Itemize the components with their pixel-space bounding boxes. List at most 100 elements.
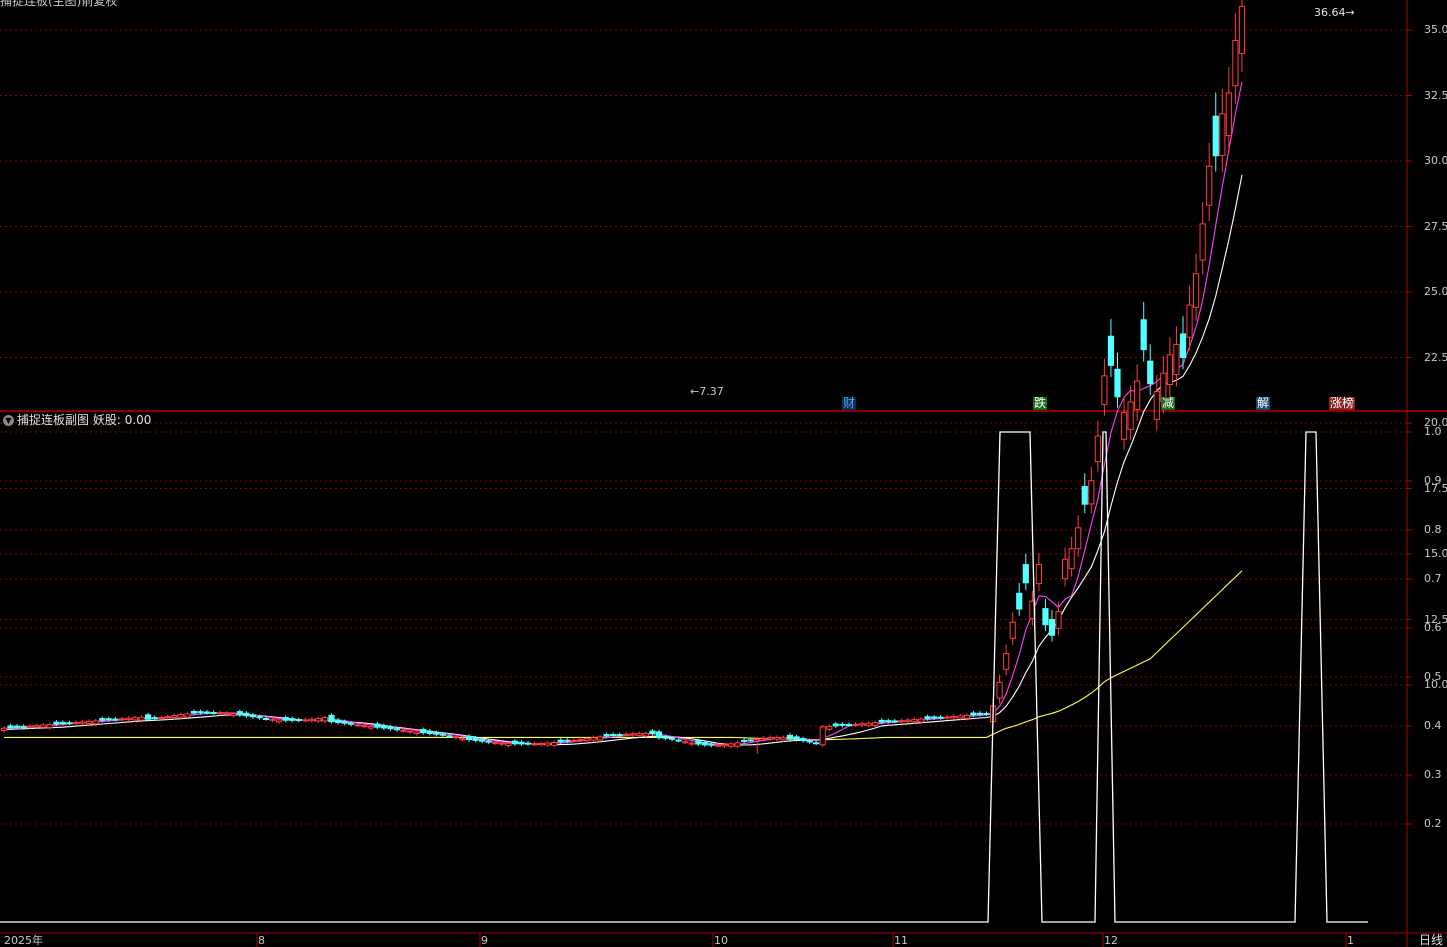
candle-up bbox=[269, 718, 276, 721]
candle-down bbox=[891, 720, 898, 723]
candle-up bbox=[1206, 165, 1213, 206]
candle-down bbox=[793, 736, 800, 740]
candle-up bbox=[164, 716, 171, 719]
sub-y-tick-label: 0.3 bbox=[1424, 768, 1442, 781]
candle-down bbox=[603, 734, 610, 737]
candle-down bbox=[931, 716, 938, 719]
candle-up bbox=[780, 737, 787, 741]
candle-down bbox=[262, 717, 270, 720]
candle-up bbox=[452, 736, 460, 739]
candle-up bbox=[852, 723, 859, 726]
candle-up bbox=[302, 719, 309, 722]
candle-down bbox=[813, 742, 820, 745]
candle-up bbox=[223, 712, 230, 715]
candle-up bbox=[158, 717, 165, 720]
candle-up bbox=[1120, 412, 1128, 440]
candle-up bbox=[400, 729, 407, 732]
candle-down bbox=[1042, 608, 1049, 626]
sub-y-tick-label: 0.9 bbox=[1424, 474, 1442, 487]
candle-down bbox=[295, 719, 302, 722]
candle-down bbox=[59, 721, 67, 725]
sub-y-tick-label: 0.4 bbox=[1424, 719, 1442, 732]
candle-up bbox=[1075, 527, 1082, 550]
candle-up bbox=[0, 727, 8, 732]
candle-down bbox=[1140, 319, 1147, 351]
chevron-down-icon[interactable]: ▼ bbox=[3, 415, 14, 426]
candle-down bbox=[885, 720, 892, 723]
candle-up bbox=[544, 742, 551, 746]
candle-down bbox=[970, 712, 977, 716]
main-y-tick-label: 15.0 bbox=[1424, 547, 1447, 560]
candle-up bbox=[767, 737, 774, 740]
candle-down bbox=[282, 717, 289, 721]
candle-up bbox=[1153, 391, 1160, 420]
event-tag-limitup-list[interactable]: 涨榜 bbox=[1329, 397, 1356, 410]
candle-up bbox=[505, 743, 512, 746]
candle-down bbox=[701, 742, 708, 746]
candle-down bbox=[518, 741, 525, 745]
candle-up bbox=[577, 738, 584, 741]
candle-up bbox=[1173, 343, 1180, 376]
candle-down bbox=[374, 723, 381, 728]
sub-y-tick-label: 1.0 bbox=[1424, 425, 1442, 438]
candle-up bbox=[1062, 558, 1069, 580]
candle-up bbox=[367, 725, 374, 729]
candle-down bbox=[557, 739, 564, 743]
candle-down bbox=[655, 731, 663, 739]
kline-chart[interactable] bbox=[0, 0, 1447, 947]
main-y-tick-label: 32.5 bbox=[1424, 88, 1447, 102]
candle-down bbox=[341, 721, 348, 724]
candle-down bbox=[1147, 360, 1154, 385]
candle-up bbox=[1035, 563, 1043, 585]
x-label-2025: 2025年 bbox=[4, 934, 43, 947]
candle-down bbox=[7, 725, 14, 729]
candle-down bbox=[800, 738, 807, 742]
candle-up bbox=[1219, 113, 1226, 156]
sub-y-tick-label: 0.2 bbox=[1424, 817, 1442, 830]
indicator-name: 捕捉连板副图 bbox=[17, 413, 90, 427]
candle-up bbox=[1199, 223, 1206, 261]
candle-up bbox=[27, 725, 34, 728]
event-tag-finance[interactable]: 财 bbox=[842, 397, 857, 410]
x-label-nov: 11 bbox=[894, 934, 908, 947]
event-tag-unlock[interactable]: 解 bbox=[1256, 397, 1271, 410]
period-selector[interactable]: 日线 bbox=[1419, 934, 1443, 947]
candle-down bbox=[662, 736, 669, 739]
candle-down bbox=[741, 739, 748, 742]
candle-up bbox=[33, 725, 40, 728]
candle-down bbox=[393, 728, 401, 731]
candle-down bbox=[1179, 333, 1187, 359]
candle-down bbox=[786, 734, 794, 739]
candle-up bbox=[865, 722, 872, 726]
event-tag-drop[interactable]: 跌 bbox=[1033, 397, 1048, 410]
candle-down bbox=[203, 711, 211, 714]
event-tag-reduce[interactable]: 减 bbox=[1161, 397, 1176, 410]
candle-up bbox=[184, 713, 191, 718]
candle-up bbox=[1009, 621, 1016, 639]
candle-up bbox=[217, 712, 224, 715]
candle-up bbox=[1166, 354, 1174, 385]
candle-up bbox=[79, 721, 86, 724]
candle-down bbox=[387, 726, 394, 730]
main-y-tick-label: 35.0 bbox=[1424, 23, 1447, 36]
sub-panel-header: ▼ 捕捉连板副图 妖股: 0.00 bbox=[0, 413, 151, 427]
candle-up bbox=[498, 742, 505, 745]
candle-down bbox=[465, 735, 473, 741]
candle-up bbox=[118, 718, 126, 721]
candle-down bbox=[446, 735, 453, 738]
candle-up bbox=[957, 715, 964, 719]
candle-up bbox=[413, 731, 420, 734]
candle-up bbox=[596, 736, 604, 741]
candle-up bbox=[1094, 435, 1101, 463]
candle-up bbox=[1238, 5, 1246, 54]
candle-up bbox=[230, 713, 237, 717]
candle-down bbox=[249, 714, 257, 718]
candle-up bbox=[177, 714, 184, 718]
candle-down bbox=[348, 722, 355, 725]
candle-up bbox=[623, 733, 630, 736]
candle-up bbox=[819, 726, 826, 746]
candle-down bbox=[747, 739, 754, 742]
candle-up bbox=[1134, 380, 1141, 410]
candle-down bbox=[806, 740, 813, 743]
candle-down bbox=[472, 737, 479, 741]
